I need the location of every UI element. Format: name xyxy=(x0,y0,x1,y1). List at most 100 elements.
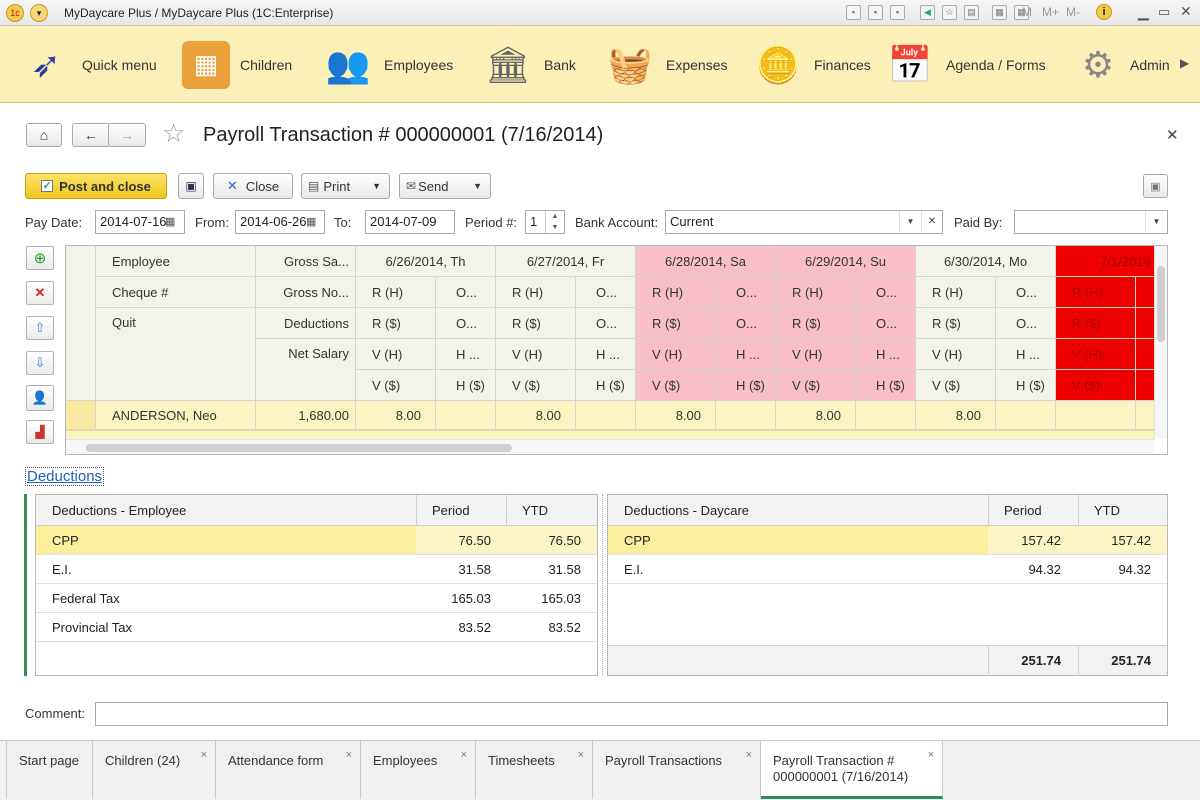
window-tab[interactable]: Timesheets × xyxy=(476,741,593,799)
window-tab[interactable]: Children (24) × xyxy=(93,741,216,799)
window-title: MyDaycare Plus / MyDaycare Plus (1C:Ente… xyxy=(64,6,334,20)
table-row-hours[interactable] xyxy=(1056,401,1136,430)
horizontal-scroll-thumb[interactable] xyxy=(86,444,512,452)
tab-close-icon[interactable]: × xyxy=(928,747,934,763)
move-up-button[interactable]: ⇧ xyxy=(26,316,54,340)
window-tab[interactable]: Payroll Transaction # 000000001 (7/16/20… xyxy=(761,741,943,799)
minimize-icon[interactable]: ▁ xyxy=(1138,4,1149,21)
tab-close-icon[interactable]: × xyxy=(578,747,584,763)
calendar-clock-icon: 📅 xyxy=(887,43,933,85)
col-divider xyxy=(416,495,417,526)
table-row[interactable]: E.I. 94.32 94.32 xyxy=(608,555,1167,584)
deduction-period: 31.58 xyxy=(458,562,491,577)
home-button[interactable]: ⌂ xyxy=(26,123,62,147)
table-row-employee[interactable]: ANDERSON, Neo xyxy=(96,401,256,430)
preview-icon[interactable]: ▪ xyxy=(890,5,905,20)
table-row-hours[interactable]: 8.00 xyxy=(916,401,996,430)
form-settings-button[interactable]: ▣ xyxy=(1143,174,1168,198)
app-logo-icon[interactable]: 1c xyxy=(6,4,24,22)
table-row-gross[interactable]: 1,680.00 xyxy=(256,401,356,430)
forward-button[interactable]: → xyxy=(108,123,146,147)
app-menu-icon[interactable]: ▾ xyxy=(30,4,48,22)
calendar-icon[interactable]: ▦ xyxy=(165,215,175,228)
close-form-icon[interactable]: ✕ xyxy=(1166,126,1179,144)
vertical-scrollbar[interactable] xyxy=(1154,246,1167,439)
period-stepper[interactable]: ▲ ▼ xyxy=(545,211,564,233)
window-tab[interactable]: Employees × xyxy=(361,741,476,799)
memory-minus-icon[interactable]: M- xyxy=(1066,5,1080,19)
window-tab[interactable]: Start page xyxy=(6,741,93,799)
horizontal-scrollbar[interactable] xyxy=(66,439,1154,454)
post-and-close-button[interactable]: ✓ Post and close xyxy=(25,173,167,199)
window-tab[interactable]: Payroll Transactions × xyxy=(593,741,761,799)
window-tab-label: Timesheets xyxy=(488,753,555,768)
menu-item-admin[interactable]: ⚙ Admin xyxy=(1076,26,1176,103)
back-button[interactable]: ← xyxy=(72,123,110,147)
maximize-icon[interactable]: ▭ xyxy=(1158,4,1170,20)
send-button[interactable]: ✉ Send ▼ xyxy=(399,173,491,199)
vertical-scroll-thumb[interactable] xyxy=(1157,266,1165,342)
deductions-link[interactable]: Deductions xyxy=(25,467,105,486)
history-icon[interactable]: ▤ xyxy=(964,5,979,20)
table-row[interactable]: Provincial Tax 83.52 83.52 xyxy=(36,613,597,642)
open-windows-bar: Start page Children (24) × Attendance form ×… xyxy=(0,740,1200,800)
check-icon: ✓ xyxy=(41,180,54,192)
col-header-sub: H ($) xyxy=(856,370,916,401)
table-row-hours[interactable]: 8.00 xyxy=(356,401,436,430)
table-row[interactable]: E.I. 31.58 31.58 xyxy=(36,555,597,584)
menu-item-quick-menu[interactable]: ➶ Quick menu xyxy=(20,26,157,103)
tab-close-icon[interactable]: × xyxy=(746,747,752,763)
close-button[interactable]: ✕ Close xyxy=(213,173,293,199)
menu-item-finances[interactable]: 🪙 Finances xyxy=(752,26,871,103)
add-row-button[interactable]: ⊕ xyxy=(26,246,54,270)
favorite-star-icon[interactable]: ☆ xyxy=(162,118,185,149)
table-row-hours[interactable]: 8.00 xyxy=(636,401,716,430)
report-button[interactable]: ▟ xyxy=(26,420,54,444)
delete-row-button[interactable]: ✕ xyxy=(26,281,54,305)
table-row-hours[interactable]: 8.00 xyxy=(496,401,576,430)
tab-close-icon[interactable]: × xyxy=(346,747,352,763)
comment-field[interactable] xyxy=(95,702,1168,726)
print-button[interactable]: ▤ Print ▼ xyxy=(301,173,390,199)
info-icon[interactable]: i xyxy=(1096,4,1112,20)
add-employee-button[interactable]: 👤 xyxy=(26,385,54,411)
col-header-sub: V ($) xyxy=(636,370,716,401)
table-row-hours[interactable]: 8.00 xyxy=(776,401,856,430)
scroll-right-icon[interactable]: ▶ xyxy=(1180,56,1189,70)
col-header-sub: H ... xyxy=(436,339,496,370)
back-arrow-icon[interactable]: ◀ xyxy=(920,5,935,20)
chevron-down-icon[interactable]: ▼ xyxy=(1145,211,1167,233)
menu-item-children[interactable]: ▦ Children xyxy=(182,26,292,103)
print-icon[interactable]: ▪ xyxy=(868,5,883,20)
col-header-sub: R ($) xyxy=(776,308,856,339)
tab-close-icon[interactable]: × xyxy=(201,747,207,763)
close-window-icon[interactable]: ✕ xyxy=(1180,3,1192,20)
save-button[interactable]: ▣ xyxy=(178,173,204,199)
favorites-icon[interactable]: ☆ xyxy=(942,5,957,20)
chevron-down-icon[interactable]: ▼ xyxy=(899,211,921,233)
calculator-icon[interactable]: ▦ xyxy=(992,5,1007,20)
menu-item-employees[interactable]: 👥 Employees xyxy=(322,26,454,103)
menu-item-expenses[interactable]: 🧺 Expenses xyxy=(604,26,728,103)
menu-item-bank[interactable]: 🏛 Bank xyxy=(482,26,576,103)
menu-item-agenda-forms[interactable]: 📅 Agenda / Forms xyxy=(884,26,1046,103)
col-header-sub: V ($) xyxy=(496,370,576,401)
move-down-button[interactable]: ⇩ xyxy=(26,351,54,375)
save-icon[interactable]: ▪ xyxy=(846,5,861,20)
tab-close-icon[interactable]: × xyxy=(461,747,467,763)
table-row[interactable]: CPP 157.42 157.42 xyxy=(608,526,1167,555)
clear-icon[interactable]: ✕ xyxy=(921,211,942,233)
to-date-field[interactable]: 2014-07-09 xyxy=(365,210,455,234)
bank-account-value: Current xyxy=(670,214,714,229)
table-row[interactable]: Federal Tax 165.03 165.03 xyxy=(36,584,597,613)
col-header-sub: R (H) xyxy=(776,277,856,308)
memory-plus-icon[interactable]: M+ xyxy=(1042,5,1059,19)
window-tab[interactable]: Attendance form × xyxy=(216,741,361,799)
table-row[interactable]: CPP 76.50 76.50 xyxy=(36,526,597,555)
arrow-right-icon: → xyxy=(120,127,134,143)
col-header-sub: R (H) xyxy=(1056,277,1136,308)
calendar-icon[interactable]: ▦ xyxy=(306,215,316,228)
memory-m-icon[interactable]: M xyxy=(1022,5,1032,19)
col-header-name: Deductions - Daycare xyxy=(624,503,749,518)
shopping-basket-icon: 🧺 xyxy=(607,43,653,85)
